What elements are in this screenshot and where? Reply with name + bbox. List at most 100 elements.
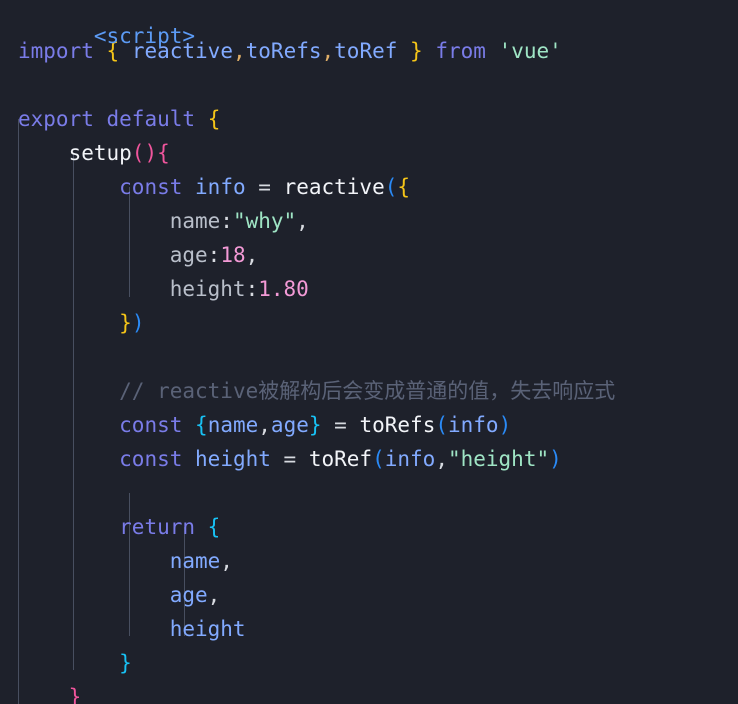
code-line-3-blank xyxy=(0,68,738,102)
property-key-height: height xyxy=(169,277,246,301)
destructure-comma: , xyxy=(258,413,271,437)
code-line-19: height xyxy=(0,612,738,646)
code-line-8: age:18, xyxy=(0,238,738,272)
function-toref: toRef xyxy=(308,447,373,471)
variable-height: height xyxy=(195,447,271,471)
operator-assign: = xyxy=(283,447,297,471)
keyword-export: export xyxy=(18,107,94,131)
property-comma: , xyxy=(296,209,309,233)
setup-parens: () xyxy=(131,141,158,165)
code-line-4: export default { xyxy=(0,102,738,136)
code-line-7: name:"why", xyxy=(0,204,738,238)
operator-assign: = xyxy=(258,175,271,199)
torefs-paren-open: ( xyxy=(435,413,448,437)
module-string-vue: 'vue' xyxy=(498,39,562,63)
property-key-age: age xyxy=(169,243,208,267)
code-line-21: } xyxy=(0,680,738,704)
return-comma: , xyxy=(220,549,233,573)
code-line-16: return { xyxy=(0,510,738,544)
import-comma-1: , xyxy=(232,39,246,63)
script-tag: <script> xyxy=(93,24,196,48)
keyword-const: const xyxy=(119,413,183,437)
comment-reactive-destructure: // reactive被解构后会变成普通的值，失去响应式 xyxy=(119,379,616,403)
code-editor[interactable]: <script> import { reactive,toRefs,toRef … xyxy=(0,0,738,704)
code-content[interactable]: <script> import { reactive,toRefs,toRef … xyxy=(0,0,738,704)
return-brace-close: } xyxy=(119,651,132,675)
toref-paren-open: ( xyxy=(372,447,385,471)
destructure-name: name xyxy=(207,413,259,437)
torefs-paren-close: ) xyxy=(498,413,512,437)
code-line-13: const {name,age} = toRefs(info) xyxy=(0,408,738,442)
argument-comma: , xyxy=(435,447,448,471)
code-line-10: }) xyxy=(0,306,738,340)
code-line-1: <script> xyxy=(0,0,738,48)
property-value-18: 18 xyxy=(220,243,246,267)
setup-brace-open: { xyxy=(157,141,170,165)
property-colon: : xyxy=(207,243,221,267)
property-colon: : xyxy=(220,209,233,233)
code-line-18: age, xyxy=(0,578,738,612)
argument-info: info xyxy=(384,447,436,471)
keyword-const: const xyxy=(119,175,183,199)
code-line-17: name, xyxy=(0,544,738,578)
operator-assign: = xyxy=(334,413,347,437)
property-comma: , xyxy=(245,243,259,267)
keyword-return: return xyxy=(119,515,196,539)
toref-paren-close: ) xyxy=(549,447,562,471)
reactive-brace-close: } xyxy=(119,311,132,335)
property-colon: : xyxy=(245,277,259,301)
destructure-brace-open: { xyxy=(195,413,208,437)
code-line-9: height:1.80 xyxy=(0,272,738,306)
argument-info: info xyxy=(448,413,499,437)
setup-brace-close: } xyxy=(68,685,82,704)
import-brace-close: } xyxy=(410,39,423,63)
argument-height-string: "height" xyxy=(447,447,550,471)
keyword-import: import xyxy=(18,39,94,63)
keyword-default: default xyxy=(106,107,196,131)
reactive-brace-open: { xyxy=(397,175,411,199)
reactive-paren-close: ) xyxy=(131,311,145,335)
code-line-20: } xyxy=(0,646,738,680)
import-comma-2: , xyxy=(321,39,335,63)
import-name-toref: toRef xyxy=(334,39,398,63)
code-line-12: // reactive被解构后会变成普通的值，失去响应式 xyxy=(0,374,738,408)
function-setup: setup xyxy=(68,141,132,165)
code-line-14: const height = toRef(info,"height") xyxy=(0,442,738,476)
return-prop-height: height xyxy=(169,617,246,641)
property-value-180: 1.80 xyxy=(258,277,309,301)
function-reactive: reactive xyxy=(283,175,385,199)
property-value-why: "why" xyxy=(232,209,297,233)
return-prop-name: name xyxy=(169,549,221,573)
code-line-6: const info = reactive({ xyxy=(0,170,738,204)
keyword-from: from xyxy=(435,39,486,63)
export-brace-open: { xyxy=(207,107,221,131)
code-line-11-blank xyxy=(0,340,738,374)
destructure-age: age xyxy=(270,413,309,437)
keyword-const: const xyxy=(119,447,183,471)
